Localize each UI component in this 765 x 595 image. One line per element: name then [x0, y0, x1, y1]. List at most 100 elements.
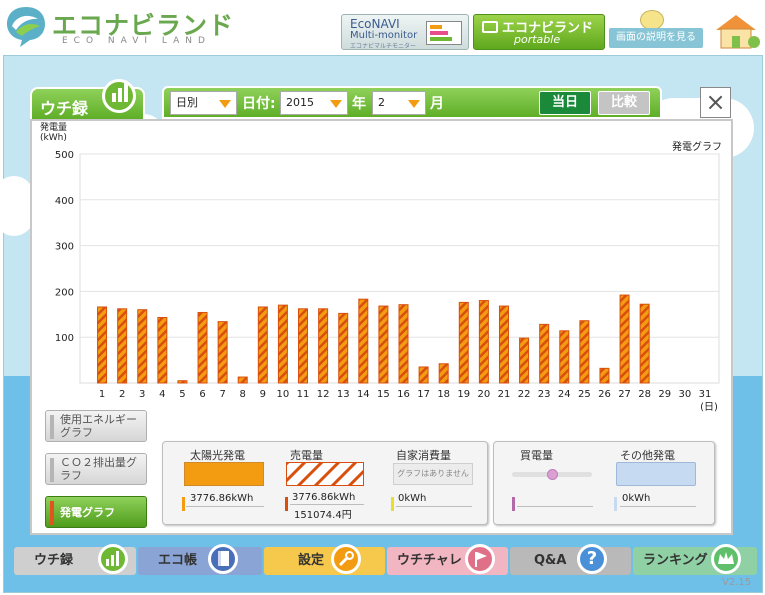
- eco-navi-land-logo: エコナビランド ECO NAVI LAND: [2, 2, 242, 50]
- self-consumption-value: 0kWh: [398, 493, 427, 504]
- x-tick-label: 23: [538, 389, 551, 400]
- x-tick-label: 27: [618, 389, 631, 400]
- y-tick-label: 200: [55, 287, 74, 298]
- year-select[interactable]: 2015: [280, 91, 348, 115]
- self-consumption-color-marker: [391, 497, 394, 511]
- x-tick-label: 1: [99, 389, 105, 400]
- x-tick-label: 31: [699, 389, 712, 400]
- x-tick-label: 20: [478, 389, 491, 400]
- solar-legend-swatch: [184, 462, 264, 486]
- other-generation-legend-title: その他発電: [620, 449, 675, 462]
- bar-day-4: [157, 317, 168, 384]
- nav-qa-label: Q&A: [534, 553, 567, 568]
- other-generation-color-marker: [614, 497, 617, 511]
- x-tick-label: 19: [457, 389, 470, 400]
- bar-day-20: [478, 300, 489, 384]
- x-tick-label: 7: [219, 389, 225, 400]
- bar-day-1: [97, 306, 108, 384]
- econavi-subtitle: Multi-monitor: [350, 30, 418, 41]
- x-tick-label: 30: [678, 389, 691, 400]
- y-tick-label: 400: [55, 196, 74, 207]
- econavi-multi-monitor-button[interactable]: EcoNAVI Multi-monitor エコナビマルチモニター: [341, 14, 469, 50]
- x-tick-label: 18: [437, 389, 450, 400]
- x-tick-label: 8: [240, 389, 246, 400]
- x-tick-label: 13: [337, 389, 350, 400]
- today-button[interactable]: 当日: [539, 91, 591, 115]
- eco-navi-land-portable-button[interactable]: エコナビランド portable: [473, 14, 605, 50]
- nav-uchiroku-button[interactable]: ウチ録: [14, 544, 136, 575]
- self-consumption-no-graph-note: グラフはありません: [393, 463, 473, 485]
- x-tick-label: 17: [417, 389, 430, 400]
- bought-color-marker: [512, 497, 515, 511]
- x-tick-label: 24: [558, 389, 571, 400]
- monitor-icon: [426, 21, 462, 45]
- bar-day-14: [358, 298, 369, 384]
- solar-color-marker: [182, 497, 185, 511]
- nav-uchichare-button[interactable]: ウチチャレ: [387, 544, 508, 575]
- bar-day-28: [639, 303, 650, 384]
- screen-explanation-button[interactable]: 画面の説明を見る: [609, 28, 703, 48]
- power-generation-chart: 1002003004005001 2 3 4 5 6 7 8 9 10 11 12 13 14 15 16 17…: [55, 150, 720, 413]
- portable-subtitle: portable: [514, 33, 561, 46]
- nav-ranking-button[interactable]: ランキング: [633, 544, 757, 575]
- x-axis-label: (日): [700, 402, 718, 413]
- tab-uchiroku[interactable]: ウチ録: [30, 79, 145, 121]
- bar-day-2: [117, 308, 128, 384]
- wrench-icon: [331, 544, 361, 574]
- compare-button[interactable]: 比較: [598, 91, 650, 115]
- year-select-value: 2015: [286, 96, 314, 109]
- bar-day-19: [458, 301, 469, 384]
- date-label: 日付:: [242, 96, 276, 112]
- x-tick-label: 2: [119, 389, 125, 400]
- x-tick-label: 11: [297, 389, 310, 400]
- house-icon[interactable]: [712, 12, 760, 50]
- bar-day-24: [559, 330, 570, 384]
- x-tick-label: 6: [199, 389, 205, 400]
- bar-day-11: [298, 308, 309, 384]
- bought-slider-handle[interactable]: [547, 469, 558, 480]
- x-tick-label: 22: [518, 389, 531, 400]
- bar-day-5: [177, 380, 188, 384]
- x-tick-label: 28: [638, 389, 651, 400]
- power-generation-graph-button[interactable]: 発電グラフ: [45, 496, 147, 528]
- solar-legend-title: 太陽光発電: [190, 449, 245, 462]
- divider: [396, 506, 472, 507]
- x-tick-label: 3: [139, 389, 145, 400]
- nav-qa-button[interactable]: Q&A ?: [510, 544, 631, 575]
- app-header: エコナビランド ECO NAVI LAND EcoNAVI Multi-moni…: [0, 0, 765, 52]
- self-consumption-legend-title: 自家消費量: [396, 449, 451, 462]
- y-tick-label: 500: [55, 150, 74, 161]
- bar-day-21: [498, 305, 509, 384]
- bar-day-7: [217, 321, 228, 384]
- bar-day-10: [277, 304, 288, 384]
- x-tick-label: 15: [377, 389, 390, 400]
- x-tick-label: 29: [658, 389, 671, 400]
- nav-ranking-label: ランキング: [643, 553, 708, 568]
- bar-day-27: [619, 294, 630, 384]
- dropdown-arrow-icon: [330, 100, 342, 108]
- co2-emission-graph-button[interactable]: ＣＯ２排出量グラフ: [45, 453, 147, 485]
- nav-uchiroku-label: ウチ録: [34, 553, 74, 568]
- bar-day-6: [197, 311, 208, 384]
- notebook-icon: [208, 544, 238, 574]
- sold-legend-swatch: [286, 462, 364, 486]
- y-tick-label: 300: [55, 242, 74, 253]
- nav-ecocho-button[interactable]: エコ帳: [138, 544, 262, 575]
- month-select[interactable]: 2: [372, 91, 426, 115]
- x-tick-label: 4: [159, 389, 165, 400]
- month-unit-label: 月: [430, 96, 444, 112]
- period-select[interactable]: 日別: [170, 91, 237, 115]
- question-icon: ?: [577, 544, 607, 574]
- close-button[interactable]: ×: [700, 87, 731, 118]
- x-tick-label: 14: [357, 389, 370, 400]
- bar-chart-icon: [102, 79, 136, 113]
- energy-usage-graph-button[interactable]: 使用エネルギーグラフ: [45, 410, 147, 442]
- version-label: V2.15: [722, 577, 752, 588]
- sold-total-value: 3776.86kWh: [292, 492, 356, 503]
- tab-uchiroku-label: ウチ録: [40, 99, 89, 118]
- x-tick-label: 16: [397, 389, 410, 400]
- nav-settings-button[interactable]: 設定: [264, 544, 385, 575]
- x-tick-label: 21: [498, 389, 511, 400]
- bar-day-13: [338, 312, 349, 384]
- x-tick-label: 26: [598, 389, 611, 400]
